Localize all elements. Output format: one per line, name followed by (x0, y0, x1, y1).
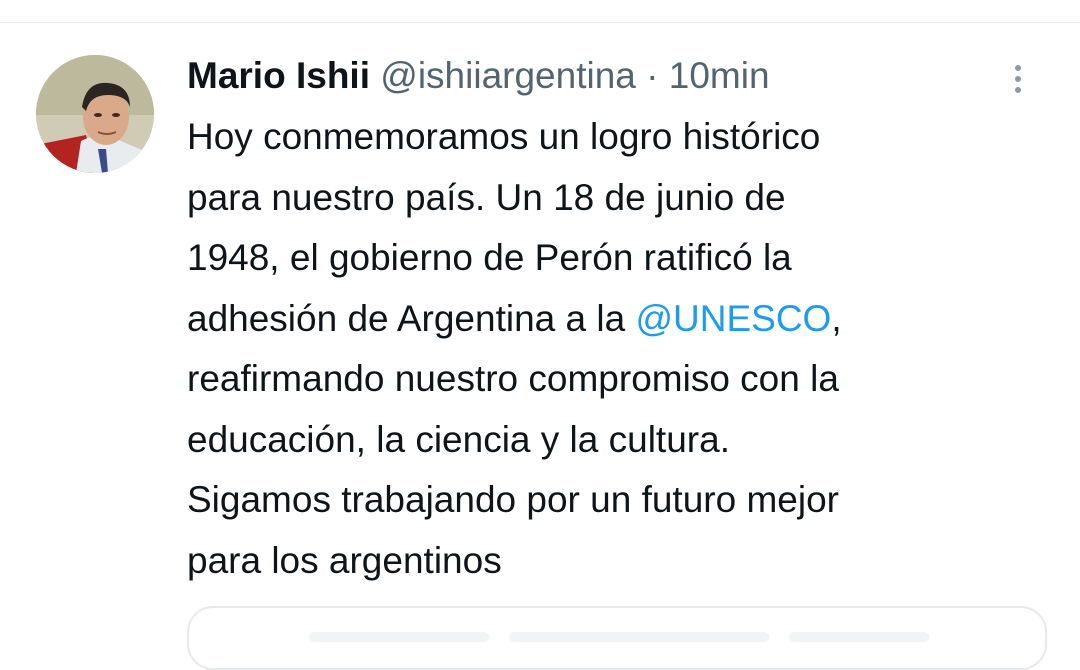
author-handle[interactable]: @ishiiargentina (380, 55, 636, 96)
tweet-text-fragment: , (831, 297, 842, 339)
embedded-card[interactable] (187, 606, 1047, 670)
more-options-button[interactable] (1003, 59, 1033, 99)
tweet-text-line: adhesión de Argentina a la @UNESCO, (187, 289, 1057, 350)
card-placeholder-bar (509, 632, 769, 642)
more-vertical-icon-dot-3 (1015, 87, 1021, 93)
tweet-text-line: para nuestro país. Un 18 de junio de (187, 176, 786, 218)
card-placeholder-bar (789, 632, 929, 642)
tweet-text-line: educación, la ciencia y la cultura. (187, 418, 730, 460)
tweet[interactable]: Mario Ishii @ishiiargentina · 10min Hoy … (0, 23, 1080, 670)
tweet-text: Hoy conmemoramos un logro histórico para… (187, 107, 1057, 591)
tweet-text-line: 1948, el gobierno de Perón ratificó la (187, 237, 792, 278)
tweet-text-line: reafirmando nuestro compromiso con la (187, 358, 839, 399)
tweet-timestamp[interactable]: 10min (669, 55, 770, 96)
tweet-text-fragment: adhesión de Argentina a la (187, 297, 636, 339)
card-placeholder-bar (309, 632, 489, 642)
author-display-name[interactable]: Mario Ishii (187, 55, 370, 96)
tweet-text-line: para los argentinos (187, 539, 502, 581)
avatar[interactable] (36, 55, 154, 173)
avatar-photo (36, 55, 154, 173)
more-vertical-icon (1015, 65, 1021, 71)
header-separator: · (646, 55, 659, 96)
mention-link[interactable]: @UNESCO (635, 298, 831, 339)
tweet-text-line: Sigamos trabajando por un futuro mejor (187, 479, 839, 520)
more-vertical-icon-dot-2 (1015, 76, 1021, 82)
tweet-text-line: Hoy conmemoramos un logro histórico (187, 116, 821, 157)
tweet-header: Mario Ishii @ishiiargentina · 10min (187, 53, 770, 99)
